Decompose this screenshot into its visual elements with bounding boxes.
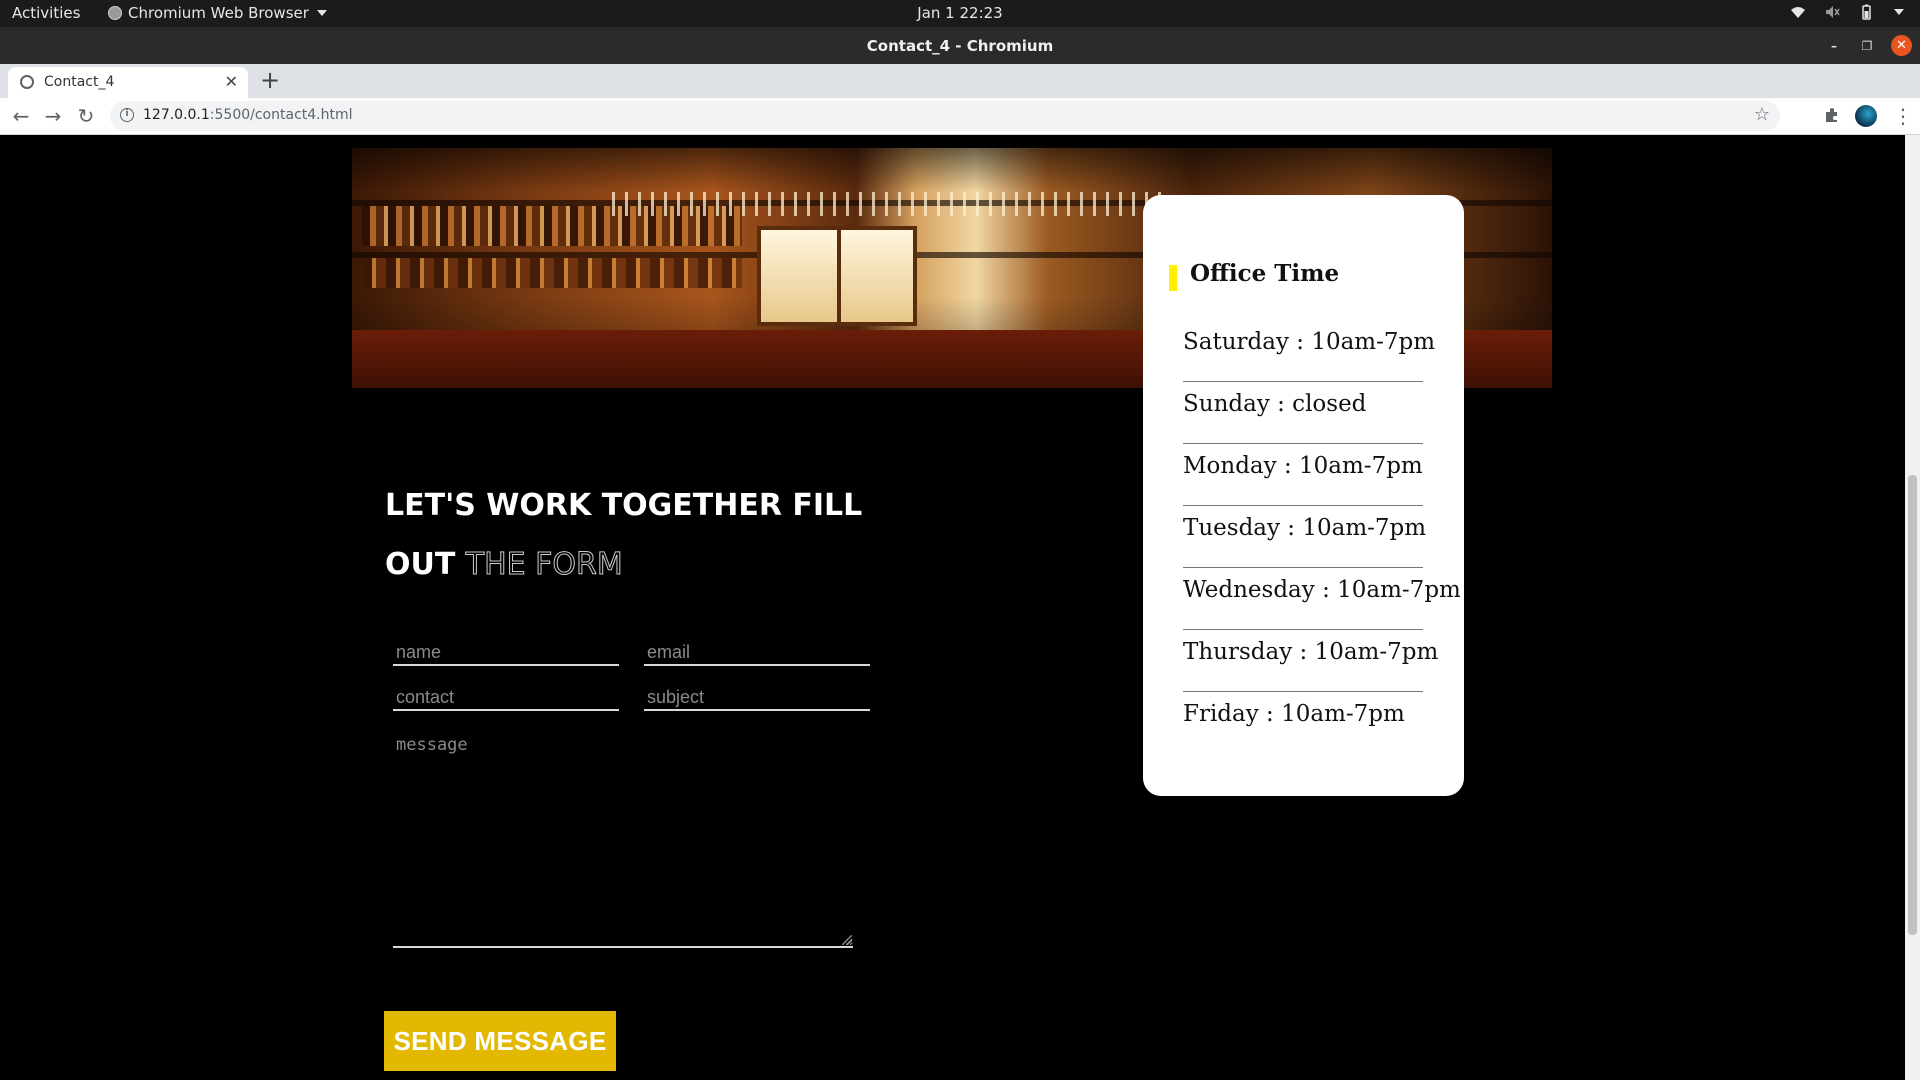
heading-line-2-solid: OUT: [385, 547, 456, 582]
textarea-resize-handle[interactable]: [842, 935, 852, 945]
app-menu-label: Chromium Web Browser: [128, 4, 309, 22]
hero-hanging-glasses: [602, 192, 1162, 216]
caret-down-icon: [316, 10, 327, 16]
hours-row-friday: Friday : 10am-7pm: [1183, 701, 1405, 727]
hours-row-tuesday: Tuesday : 10am-7pm: [1183, 506, 1426, 568]
name-field[interactable]: [393, 640, 619, 666]
hero-window: [757, 226, 917, 326]
maximize-button[interactable]: ❐: [1857, 36, 1877, 56]
url-text[interactable]: 127.0.0.1:5500/contact4.html: [143, 107, 353, 123]
hours-row-sunday: Sunday : closed: [1183, 382, 1423, 444]
title-accent-bar: [1169, 265, 1177, 291]
subject-field[interactable]: [644, 685, 870, 711]
window-title-bar: Contact_4 - Chromium – ❐ ✕: [0, 27, 1920, 64]
new-tab-button[interactable]: +: [260, 66, 280, 94]
form-heading: LET'S WORK TOGETHER FILL OUT THE FORM: [385, 476, 862, 594]
system-top-bar: Activities Chromium Web Browser Jan 1 22…: [0, 0, 1920, 27]
bookmark-star-icon[interactable]: ☆: [1754, 104, 1770, 125]
browser-toolbar: ← → ↻ i 127.0.0.1:5500/contact4.html ☆: [0, 98, 1920, 135]
extensions-puzzle-icon[interactable]: [1823, 106, 1841, 124]
url-path: :5500/contact4.html: [209, 107, 353, 123]
scrollbar-thumb[interactable]: [1908, 475, 1917, 935]
battery-icon: [1862, 4, 1871, 20]
contact-field[interactable]: [393, 685, 619, 711]
app-menu[interactable]: Chromium Web Browser: [108, 4, 327, 22]
page-viewport: LET'S WORK TOGETHER FILL OUT THE FORM SE…: [0, 135, 1905, 1080]
activities-button[interactable]: Activities: [12, 4, 80, 22]
forward-button[interactable]: →: [41, 104, 65, 128]
wifi-icon: [1791, 7, 1805, 18]
hero-bottles: [362, 258, 742, 288]
chromium-icon: [108, 6, 122, 20]
heading-line-1: LET'S WORK TOGETHER FILL: [385, 488, 863, 523]
close-tab-icon[interactable]: ✕: [225, 72, 238, 91]
minimize-button[interactable]: –: [1824, 36, 1844, 56]
message-field[interactable]: [393, 733, 853, 948]
send-message-button[interactable]: SEND MESSAGE: [384, 1011, 616, 1071]
hours-row-thursday: Thursday : 10am-7pm: [1183, 630, 1438, 692]
window-title: Contact_4 - Chromium: [866, 37, 1054, 55]
hours-row-saturday: Saturday : 10am-7pm: [1183, 320, 1435, 382]
tab-title: Contact_4: [44, 74, 115, 90]
back-button[interactable]: ←: [9, 104, 33, 128]
volume-muted-icon: [1826, 6, 1840, 18]
email-field[interactable]: [644, 640, 870, 666]
globe-icon: [20, 75, 34, 89]
hours-row-monday: Monday : 10am-7pm: [1183, 444, 1423, 506]
reload-button[interactable]: ↻: [74, 104, 98, 128]
tab-strip: Contact_4 ✕ +: [0, 64, 1920, 98]
close-window-button[interactable]: ✕: [1891, 35, 1912, 56]
heading-line-2-outline: THE FORM: [465, 547, 623, 583]
page-scrollbar[interactable]: [1905, 135, 1920, 1080]
system-tray[interactable]: [1790, 4, 1904, 20]
hours-row-wednesday: Wednesday : 10am-7pm: [1183, 568, 1461, 630]
office-hours-list: Saturday : 10am-7pm Sunday : closed Mond…: [1183, 320, 1461, 754]
url-host: 127.0.0.1: [143, 107, 210, 123]
office-time-card: Office Time Saturday : 10am-7pm Sunday :…: [1143, 195, 1464, 796]
site-info-icon[interactable]: i: [120, 108, 134, 122]
browser-menu-icon[interactable]: ⋮: [1893, 104, 1913, 128]
caret-down-icon: [1894, 9, 1904, 15]
office-time-title: Office Time: [1190, 260, 1340, 287]
profile-avatar[interactable]: [1855, 105, 1877, 127]
address-bar[interactable]: i 127.0.0.1:5500/contact4.html ☆: [110, 101, 1780, 131]
tab-contact-4[interactable]: Contact_4 ✕: [8, 67, 248, 98]
